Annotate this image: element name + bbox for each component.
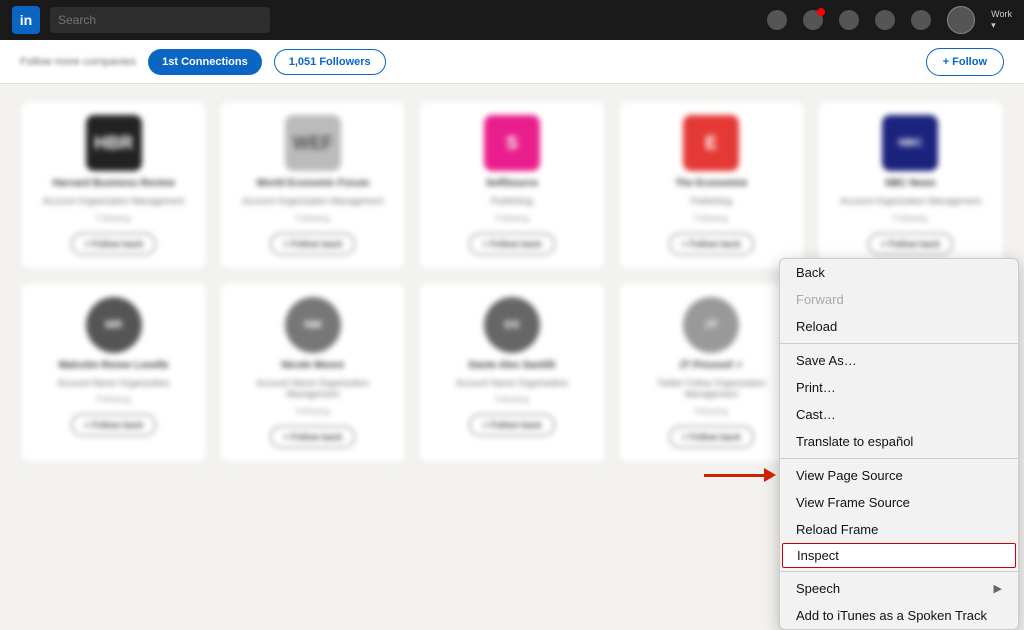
- card-economist: E The Economist Publishing Following + F…: [618, 100, 805, 270]
- menu-item-view-frame-source[interactable]: View Frame Source: [780, 489, 1018, 516]
- card-subtitle: Account Name Organization: [57, 378, 170, 390]
- card-wef: WEF World Economic Forum Account Organiz…: [219, 100, 406, 270]
- card-subtitle: Account Name Organization: [456, 378, 569, 390]
- person4-avatar: JT: [683, 297, 739, 353]
- card-follow-btn[interactable]: + Follow back: [868, 233, 953, 255]
- navbar-network[interactable]: [803, 10, 823, 30]
- card-title: Malcolm Renee Loselle: [59, 359, 169, 372]
- person3-avatar: DS: [484, 297, 540, 353]
- navbar-home[interactable]: [767, 10, 787, 30]
- menu-item-cast[interactable]: Cast…: [780, 401, 1018, 428]
- card-title: NBC News: [885, 177, 936, 190]
- menu-item-forward: Forward: [780, 286, 1018, 313]
- card-meta: Following: [495, 214, 529, 223]
- card-person-4: JT JT Pricesof ✓ Twitter Follow Organiza…: [618, 282, 805, 463]
- card-meta: Following: [694, 214, 728, 223]
- card-subtitle: Account Organization Management: [242, 196, 383, 208]
- menu-separator-1: [780, 343, 1018, 344]
- sub-header: Follow more companies 1st Connections 1,…: [0, 40, 1024, 84]
- connections-btn[interactable]: 1st Connections: [148, 49, 262, 75]
- navbar-messaging[interactable]: [875, 10, 895, 30]
- arrow-line: [704, 474, 764, 477]
- card-title: World Economic Forum: [256, 177, 369, 190]
- network-icon: [803, 10, 823, 30]
- submenu-arrow-icon: ▶: [994, 582, 1002, 595]
- arrow-head-icon: [764, 468, 776, 482]
- card-title: Harvard Business Review: [52, 177, 174, 190]
- card-follow-btn[interactable]: + Follow back: [469, 414, 554, 436]
- card-meta: Following: [296, 407, 330, 416]
- card-follow-btn[interactable]: + Follow back: [71, 414, 156, 436]
- menu-item-reload[interactable]: Reload: [780, 313, 1018, 340]
- followers-btn[interactable]: 1,051 Followers: [274, 49, 386, 75]
- menu-item-add-itunes[interactable]: Add to iTunes as a Spoken Track: [780, 602, 1018, 629]
- card-follow-btn[interactable]: + Follow back: [270, 233, 355, 255]
- card-subtitle: Publishing: [491, 196, 533, 208]
- card-follow-btn[interactable]: + Follow back: [469, 233, 554, 255]
- menu-item-saveas[interactable]: Save As…: [780, 347, 1018, 374]
- navbar-icons: Work▾: [767, 6, 1012, 34]
- card-title: JT Pricesof ✓: [679, 359, 744, 372]
- card-subtitle: Account Name Organization Management: [234, 378, 391, 401]
- menu-separator-2: [780, 458, 1018, 459]
- card-title: SelfSource: [486, 177, 538, 190]
- home-icon: [767, 10, 787, 30]
- red-arrow-indicator: [704, 468, 776, 482]
- card-hbr: HBR Harvard Business Review Account Orga…: [20, 100, 207, 270]
- card-person-1: MR Malcolm Renee Loselle Account Name Or…: [20, 282, 207, 463]
- card-subtitle: Account Organization Management: [43, 196, 184, 208]
- card-selfsource: S SelfSource Publishing Following + Foll…: [418, 100, 605, 270]
- card-title: Dante Alex Santilli: [469, 359, 556, 372]
- navbar-jobs[interactable]: [839, 10, 859, 30]
- follow-btn[interactable]: + Follow: [926, 48, 1004, 76]
- card-follow-btn[interactable]: + Follow back: [669, 426, 754, 448]
- follow-action: + Follow: [926, 48, 1004, 76]
- menu-item-reload-frame[interactable]: Reload Frame: [780, 516, 1018, 543]
- messaging-icon: [875, 10, 895, 30]
- card-subtitle: Publishing: [690, 196, 732, 208]
- card-person-3: DS Dante Alex Santilli Account Name Orga…: [418, 282, 605, 463]
- economist-avatar: E: [683, 115, 739, 171]
- navbar-work-text: Work▾: [991, 9, 1012, 31]
- navbar-notifications[interactable]: [911, 10, 931, 30]
- linkedin-logo[interactable]: in: [12, 6, 40, 34]
- menu-item-print[interactable]: Print…: [780, 374, 1018, 401]
- card-meta: Following: [97, 214, 131, 223]
- menu-item-speech[interactable]: Speech ▶: [780, 575, 1018, 602]
- hbr-avatar: HBR: [86, 115, 142, 171]
- card-meta: Following: [893, 214, 927, 223]
- card-subtitle: Account Organization Management: [840, 196, 981, 208]
- card-follow-btn[interactable]: + Follow back: [270, 426, 355, 448]
- wef-avatar: WEF: [285, 115, 341, 171]
- navbar: in Work▾: [0, 0, 1024, 40]
- card-meta: Following: [97, 395, 131, 404]
- search-input[interactable]: [50, 7, 270, 33]
- card-title: Nicole Moore: [281, 359, 344, 372]
- menu-item-view-page-source[interactable]: View Page Source: [780, 462, 1018, 489]
- following-label: Follow more companies: [20, 56, 136, 68]
- card-title: The Economist: [675, 177, 747, 190]
- menu-separator-3: [780, 571, 1018, 572]
- nbcnews-avatar: NBC: [882, 115, 938, 171]
- profile-avatar[interactable]: [947, 6, 975, 34]
- card-meta: Following: [296, 214, 330, 223]
- card-follow-btn[interactable]: + Follow back: [71, 233, 156, 255]
- card-meta: Following: [694, 407, 728, 416]
- card-nbcnews: NBC NBC News Account Organization Manage…: [817, 100, 1004, 270]
- menu-item-back[interactable]: Back: [780, 259, 1018, 286]
- context-menu: Back Forward Reload Save As… Print… Cast…: [779, 258, 1019, 630]
- selfsource-avatar: S: [484, 115, 540, 171]
- card-person-2: NM Nicole Moore Account Name Organizatio…: [219, 282, 406, 463]
- card-meta: Following: [495, 395, 529, 404]
- person1-avatar: MR: [86, 297, 142, 353]
- card-follow-btn[interactable]: + Follow back: [669, 233, 754, 255]
- notifications-icon: [911, 10, 931, 30]
- person2-avatar: NM: [285, 297, 341, 353]
- jobs-icon: [839, 10, 859, 30]
- menu-item-translate[interactable]: Translate to español: [780, 428, 1018, 455]
- card-subtitle: Twitter Follow Organization Management: [633, 378, 790, 401]
